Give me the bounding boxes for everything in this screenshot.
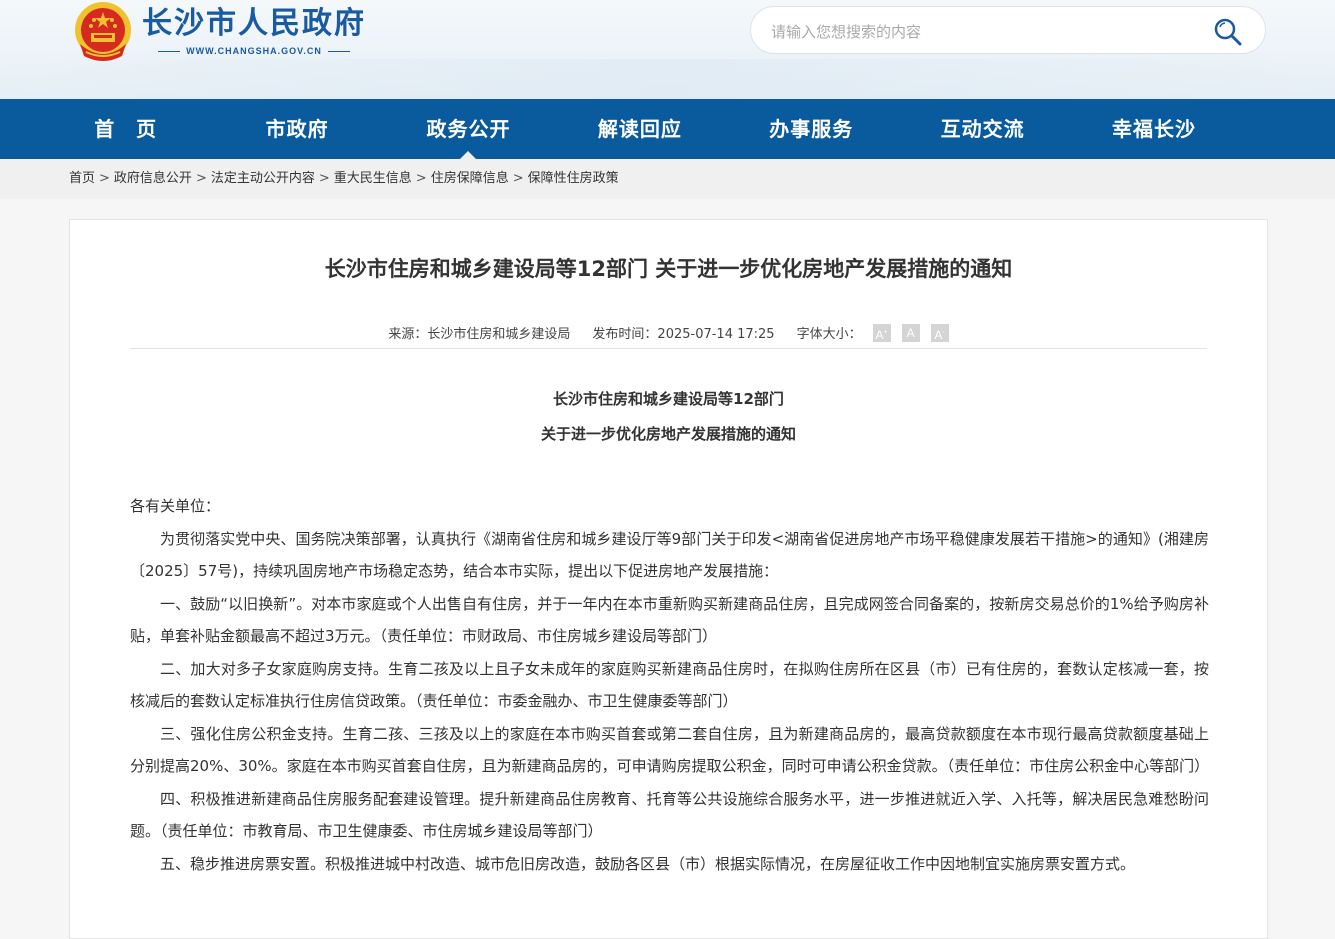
paragraph: 为贯彻落实党中央、国务院决策部署，认真执行《湖南省住房和城乡建设厅等9部门关于印…: [130, 529, 1209, 581]
search-icon[interactable]: [1213, 17, 1243, 47]
nav-item-interaction[interactable]: 互动交流: [897, 99, 1068, 159]
site-logo[interactable]: 长沙市人民政府 WWW.CHANGSHA.GOV.CN: [72, 0, 366, 66]
breadcrumb-home[interactable]: 首页: [69, 171, 95, 186]
paragraph: 三、强化住房公积金支持。生育二孩、三孩及以上的家庭在本市购买首套或第二套自住房，…: [130, 724, 1210, 776]
nav-item-gov-affairs[interactable]: 政务公开: [383, 99, 554, 159]
breadcrumb-housing-policy[interactable]: 保障性住房政策: [528, 171, 619, 186]
nav-item-government[interactable]: 市政府: [211, 99, 382, 159]
doc-heading-line-1: 长沙市住房和城乡建设局等12部门: [553, 390, 784, 408]
article-date: 发布时间：2025-07-14 17:25: [592, 327, 775, 342]
article-title: 长沙市住房和城乡建设局等12部门 关于进一步优化房地产发展措施的通知: [324, 257, 1013, 281]
paragraph: 一、鼓励“以旧换新”。对本市家庭或个人出售自有住房，并于一年内在本市重新购买新建…: [130, 594, 1209, 646]
search-box: [750, 6, 1266, 54]
search-input[interactable]: [769, 19, 1193, 45]
site-url: WWW.CHANGSHA.GOV.CN: [142, 46, 366, 56]
article-meta: 来源：长沙市住房和城乡建设局 发布时间：2025-07-14 17:25 字体大…: [70, 323, 1267, 342]
site-title: 长沙市人民政府: [142, 6, 366, 41]
site-header: 长沙市人民政府 WWW.CHANGSHA.GOV.CN: [0, 0, 1335, 99]
paragraph: 五、稳步推进房票安置。积极推进城中村改造、城市危旧房改造，鼓励各区县（市）根据实…: [160, 854, 1136, 873]
breadcrumb-housing-info[interactable]: 住房保障信息: [431, 171, 509, 186]
nav-item-home[interactable]: 首 页: [40, 99, 211, 159]
nav-item-happy-changsha[interactable]: 幸福长沙: [1068, 99, 1239, 159]
breadcrumb-livelihood[interactable]: 重大民生信息: [334, 171, 412, 186]
breadcrumb-statutory[interactable]: 法定主动公开内容: [211, 171, 315, 186]
font-size-decrease-button[interactable]: A-: [930, 323, 949, 342]
font-size-increase-button[interactable]: A+: [872, 323, 891, 342]
national-emblem-icon: [75, 2, 131, 61]
doc-heading-line-2: 关于进一步优化房地产发展措施的通知: [540, 425, 796, 443]
breadcrumb-gov-info[interactable]: 政府信息公开: [114, 171, 192, 186]
breadcrumb: 首页 > 政府信息公开 > 法定主动公开内容 > 重大民生信息 > 住房保障信息 > 保障性住房政策: [0, 159, 1335, 199]
nav-item-interpretation[interactable]: 解读回应: [554, 99, 725, 159]
salutation: 各有关单位：: [130, 497, 221, 515]
main-nav: 首 页 市政府 政务公开 解读回应 办事服务 互动交流 幸福长沙: [0, 99, 1335, 159]
site-url-text: WWW.CHANGSHA.GOV.CN: [186, 46, 322, 56]
nav-item-services[interactable]: 办事服务: [726, 99, 897, 159]
paragraph: 二、加大对多子女家庭购房支持。生育二孩及以上且子女未成年的家庭购买新建商品住房时…: [130, 659, 1209, 711]
article-panel: 长沙市住房和城乡建设局等12部门 关于进一步优化房地产发展措施的通知 来源：长沙…: [69, 219, 1268, 939]
font-size-label: 字体大小：: [796, 327, 862, 342]
font-size-default-button[interactable]: A: [901, 323, 920, 342]
paragraph: 四、积极推进新建商品住房服务配套建设管理。提升新建商品住房教育、托育等公共设施综…: [130, 789, 1209, 841]
meta-divider: [130, 348, 1207, 349]
article-source: 来源：长沙市住房和城乡建设局: [388, 327, 571, 342]
article-body: 各有关单位： 为贯彻落实党中央、国务院决策部署，认真执行《湖南省住房和城乡建设厅…: [130, 490, 1209, 880]
